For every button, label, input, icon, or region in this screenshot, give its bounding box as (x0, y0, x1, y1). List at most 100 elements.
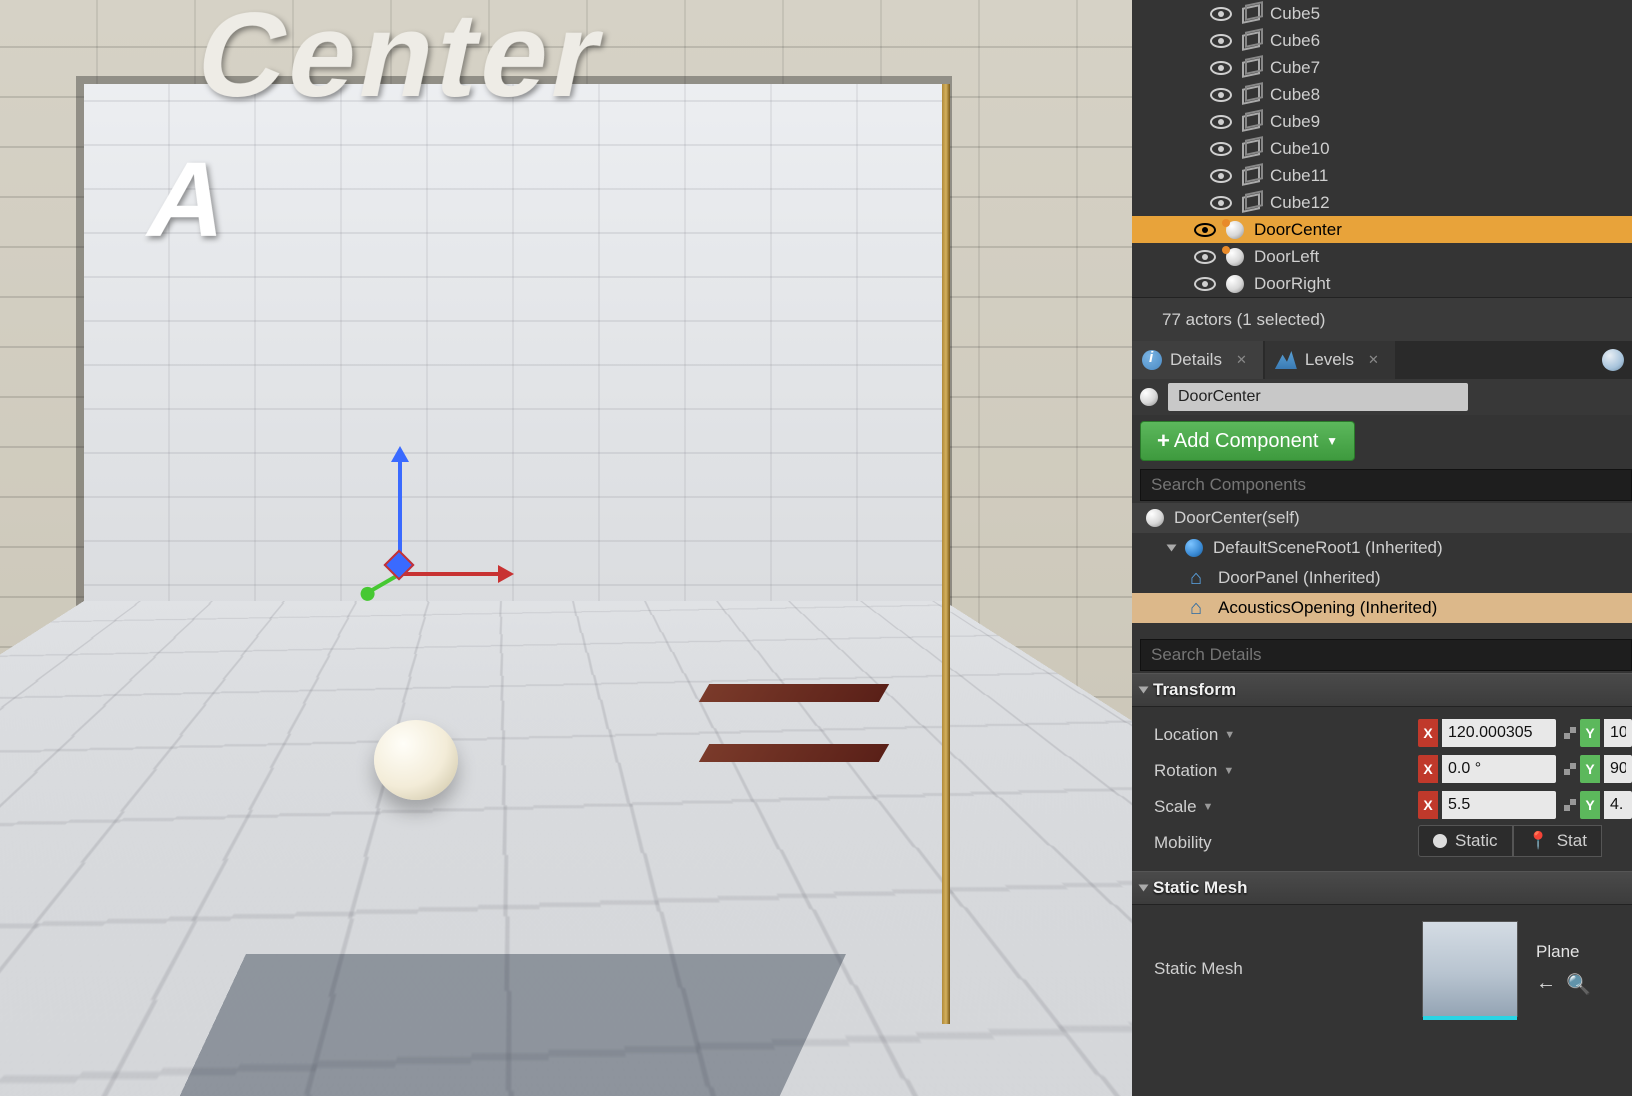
back-arrow-icon[interactable]: ← (1536, 972, 1556, 997)
chevron-down-icon[interactable]: ▼ (1203, 801, 1214, 813)
scale-label: Scale▼ (1154, 789, 1418, 825)
tab-levels[interactable]: Levels ✕ (1265, 341, 1395, 379)
mesh-asset-name[interactable]: Plane (1536, 942, 1591, 962)
search-details-input[interactable] (1140, 639, 1632, 671)
section-transform[interactable]: Transform (1132, 673, 1632, 707)
transform-gizmo[interactable] (370, 510, 500, 670)
visibility-icon[interactable] (1194, 250, 1216, 264)
outliner-item-label: DoorCenter (1254, 220, 1632, 240)
component-label: DefaultSceneRoot1 (Inherited) (1213, 538, 1443, 558)
add-component-label: Add Component (1174, 430, 1319, 453)
gizmo-axis-y[interactable] (398, 460, 402, 554)
expand-triangle-icon[interactable] (1139, 687, 1149, 694)
component-door-panel[interactable]: DoorPanel (Inherited) (1132, 563, 1632, 593)
rotation-label: Rotation▼ (1154, 753, 1418, 789)
chevron-down-icon: ▼ (1326, 434, 1338, 448)
pin-icon: 📍 (1528, 831, 1549, 851)
component-scene-root[interactable]: DefaultSceneRoot1 (Inherited) (1132, 533, 1632, 563)
actor-name-input[interactable] (1168, 383, 1468, 411)
visibility-icon[interactable] (1194, 277, 1216, 291)
close-icon[interactable]: ✕ (1368, 352, 1379, 368)
levels-icon (1275, 351, 1297, 369)
outliner-item-label: Cube9 (1270, 112, 1632, 132)
scene-component-icon (1185, 539, 1203, 557)
outliner-item[interactable]: DoorLeft (1132, 243, 1632, 270)
rotation-x-input[interactable] (1442, 755, 1556, 783)
outliner-item[interactable]: DoorRight (1132, 270, 1632, 297)
visibility-icon[interactable] (1210, 196, 1232, 210)
chevron-down-icon[interactable]: ▼ (1224, 729, 1235, 741)
floor-stripe (699, 684, 889, 702)
outliner-item[interactable]: Cube11 (1132, 162, 1632, 189)
outliner-item[interactable]: Cube9 (1132, 108, 1632, 135)
axis-y-badge: Y (1580, 755, 1600, 783)
location-label: Location▼ (1154, 717, 1418, 753)
section-label: Static Mesh (1153, 878, 1247, 898)
mesh-thumbnail[interactable] (1422, 921, 1518, 1017)
outliner-item-label: Cube7 (1270, 58, 1632, 78)
outliner-item-label: DoorLeft (1254, 247, 1632, 267)
component-root[interactable]: DoorCenter(self) (1132, 503, 1632, 533)
outliner-item[interactable]: Cube6 (1132, 27, 1632, 54)
outliner-item[interactable]: Cube7 (1132, 54, 1632, 81)
close-icon[interactable]: ✕ (1236, 352, 1247, 368)
mobility-static-button[interactable]: Static (1418, 825, 1513, 857)
static-mesh-icon (1242, 168, 1260, 184)
mobility-stationary-button[interactable]: 📍Stat (1513, 825, 1602, 857)
outliner-item[interactable]: Cube5 (1132, 0, 1632, 27)
mobility-label: Static (1455, 831, 1498, 851)
section-label: Transform (1153, 680, 1236, 700)
static-mesh-icon (1242, 6, 1260, 22)
outliner-item[interactable]: Cube12 (1132, 189, 1632, 216)
component-label: DoorCenter(self) (1174, 508, 1300, 528)
browse-icon[interactable]: 🔍 (1566, 972, 1591, 997)
visibility-icon[interactable] (1210, 142, 1232, 156)
outliner-item[interactable]: Cube10 (1132, 135, 1632, 162)
floor-shadow (162, 954, 846, 1096)
actor-sphere-icon (1226, 248, 1244, 266)
chevron-down-icon[interactable]: ▼ (1223, 765, 1234, 777)
expand-triangle-icon[interactable] (1167, 545, 1177, 552)
visibility-icon[interactable] (1210, 7, 1232, 21)
tab-details[interactable]: Details ✕ (1132, 341, 1263, 379)
location-x-input[interactable] (1442, 719, 1556, 747)
expand-icon[interactable] (1564, 727, 1576, 739)
outliner-item-label: Cube5 (1270, 4, 1632, 24)
add-component-button[interactable]: + Add Component ▼ (1140, 421, 1355, 461)
expand-triangle-icon[interactable] (1139, 885, 1149, 892)
transform-properties: Location▼ Rotation▼ Scale▼ Mobility X Y … (1132, 707, 1632, 871)
gizmo-axis-x[interactable] (400, 572, 500, 576)
tab-label: Details (1170, 350, 1222, 370)
visibility-icon[interactable] (1210, 34, 1232, 48)
visibility-icon[interactable] (1194, 223, 1216, 237)
actor-sphere-icon (1146, 509, 1164, 527)
scale-y-input[interactable] (1604, 791, 1632, 819)
location-y-input[interactable] (1604, 719, 1632, 747)
viewport-3d[interactable]: Center A (0, 0, 1132, 1096)
scale-x-input[interactable] (1442, 791, 1556, 819)
outliner-item[interactable]: Cube8 (1132, 81, 1632, 108)
world-outliner: Cube5 Cube6 Cube7 Cube8 Cube9 Cube10 Cub… (1132, 0, 1632, 341)
outliner-item-selected[interactable]: DoorCenter (1132, 216, 1632, 243)
component-tree: DoorCenter(self) DefaultSceneRoot1 (Inhe… (1132, 503, 1632, 623)
visibility-icon[interactable] (1210, 115, 1232, 129)
world-icon[interactable] (1602, 349, 1624, 371)
component-acoustics-opening[interactable]: AcousticsOpening (Inherited) (1132, 593, 1632, 623)
actor-sphere-icon (1226, 275, 1244, 293)
rotation-y-input[interactable] (1604, 755, 1632, 783)
search-components-input[interactable] (1140, 469, 1632, 501)
section-static-mesh[interactable]: Static Mesh (1132, 871, 1632, 905)
visibility-icon[interactable] (1210, 169, 1232, 183)
expand-icon[interactable] (1564, 763, 1576, 775)
mobility-label: Mobility (1154, 825, 1418, 861)
static-mesh-label: Static Mesh (1154, 959, 1422, 979)
visibility-icon[interactable] (1210, 88, 1232, 102)
visibility-icon[interactable] (1210, 61, 1232, 75)
door-frame-edge (942, 84, 950, 1024)
actor-sphere-3d[interactable] (374, 720, 458, 800)
axis-y-badge: Y (1580, 719, 1600, 747)
details-tabs: Details ✕ Levels ✕ (1132, 341, 1632, 379)
actor-sphere-icon (1140, 388, 1158, 406)
expand-icon[interactable] (1564, 799, 1576, 811)
component-label: AcousticsOpening (Inherited) (1218, 598, 1437, 618)
